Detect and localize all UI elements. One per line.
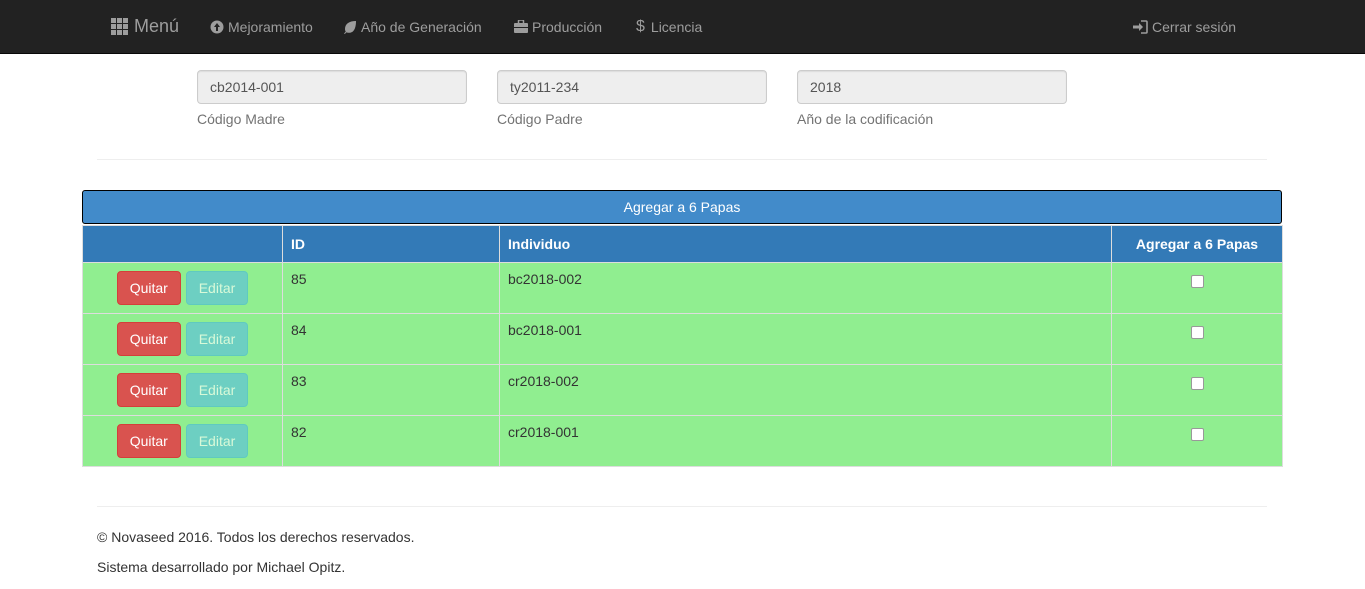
row-actions: Quitar Editar [82, 364, 283, 416]
cell-agregar [1111, 262, 1283, 314]
row-actions: Quitar Editar [82, 313, 283, 365]
nav-produccion-label: Producción [532, 18, 603, 35]
agregar-checkbox[interactable] [1190, 275, 1204, 288]
header-actions [82, 225, 283, 263]
menu-brand-label: Menú [134, 16, 180, 36]
nav-mejoramiento[interactable]: Mejoramiento [210, 0, 313, 53]
editar-button[interactable]: Editar [185, 424, 249, 458]
table-header-row: ID Individuo Agregar a 6 Papas [82, 225, 1283, 263]
dollar-icon: $ [636, 17, 645, 35]
editar-button[interactable]: Editar [185, 373, 249, 407]
ano-codificacion-input[interactable] [797, 70, 1067, 104]
cell-agregar [1111, 415, 1283, 467]
codigo-madre-group: Código Madre [197, 70, 467, 127]
row-actions: Quitar Editar [82, 262, 283, 314]
codigo-padre-input[interactable] [497, 70, 767, 104]
logout-label: Cerrar sesión [1152, 18, 1237, 35]
nav-ano-generacion-label: Año de Generación [361, 18, 482, 35]
cell-individuo: cr2018-001 [499, 415, 1112, 467]
header-id: ID [282, 225, 500, 263]
nav-licencia-label: Licencia [650, 18, 703, 35]
ano-codificacion-label: Año de la codificación [797, 111, 934, 127]
log-in-icon [1133, 19, 1148, 34]
cell-individuo: bc2018-001 [499, 313, 1112, 365]
menu-brand[interactable]: Menú [111, 0, 179, 53]
table-row: Quitar Editar 83 cr2018-002 [82, 364, 1283, 416]
editar-button[interactable]: Editar [185, 271, 249, 305]
agregar-checkbox[interactable] [1190, 377, 1204, 390]
nav-licencia[interactable]: $ Licencia [636, 0, 702, 53]
cell-id: 85 [282, 262, 500, 314]
divider [97, 159, 1267, 160]
cell-agregar [1111, 313, 1283, 365]
nav-ano-generacion[interactable]: Año de Generación [343, 0, 482, 53]
nav-produccion[interactable]: Producción [514, 0, 602, 53]
cell-id: 84 [282, 313, 500, 365]
grid-icon [111, 18, 128, 35]
ano-codificacion-group: Año de la codificación [797, 70, 1067, 127]
cell-id: 82 [282, 415, 500, 467]
footer-copyright: © Novaseed 2016. Todos los derechos rese… [97, 529, 415, 545]
leaf-icon [344, 20, 356, 34]
arrow-up-circle-icon [210, 20, 224, 33]
cell-id: 83 [282, 364, 500, 416]
table-row: Quitar Editar 82 cr2018-001 [82, 415, 1283, 467]
quitar-button[interactable]: Quitar [116, 424, 181, 458]
footer-developer: Sistema desarrollado por Michael Opitz. [97, 559, 346, 575]
agregar-a-6-papas-button[interactable]: Agregar a 6 Papas [82, 190, 1282, 224]
quitar-button[interactable]: Quitar [116, 322, 181, 356]
nav-mejoramiento-label: Mejoramiento [228, 18, 313, 35]
header-agregar: Agregar a 6 Papas [1111, 225, 1283, 263]
footer-divider [97, 506, 1267, 507]
codigo-padre-label: Código Padre [497, 111, 583, 127]
logout-link[interactable]: Cerrar sesión [1133, 0, 1236, 53]
agregar-checkbox[interactable] [1190, 326, 1204, 339]
quitar-button[interactable]: Quitar [116, 271, 181, 305]
briefcase-icon [514, 20, 528, 33]
editar-button[interactable]: Editar [185, 322, 249, 356]
row-actions: Quitar Editar [82, 415, 283, 467]
individuals-table: ID Individuo Agregar a 6 Papas Quitar Ed… [82, 225, 1283, 467]
cell-individuo: cr2018-002 [499, 364, 1112, 416]
top-navbar: Menú Mejoramiento Año de Generación Prod… [0, 0, 1365, 54]
header-individuo: Individuo [499, 225, 1112, 263]
agregar-checkbox[interactable] [1190, 428, 1204, 441]
table-row: Quitar Editar 84 bc2018-001 [82, 313, 1283, 365]
codigo-madre-label: Código Madre [197, 111, 285, 127]
codigo-madre-input[interactable] [197, 70, 467, 104]
table-row: Quitar Editar 85 bc2018-002 [82, 262, 1283, 314]
codigo-padre-group: Código Padre [497, 70, 767, 127]
cell-agregar [1111, 364, 1283, 416]
quitar-button[interactable]: Quitar [116, 373, 181, 407]
cell-individuo: bc2018-002 [499, 262, 1112, 314]
